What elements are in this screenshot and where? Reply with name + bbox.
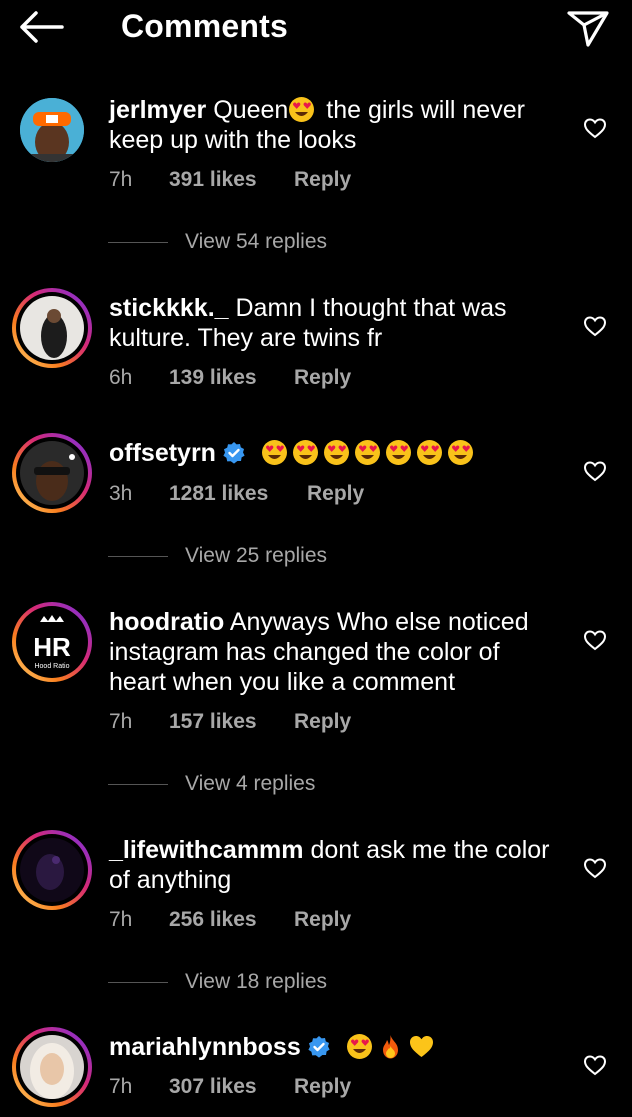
avatar-logo-text: HR [33,632,71,662]
divider [108,242,168,243]
avatar-image [20,441,84,505]
reply-button[interactable]: Reply [294,908,351,932]
comment-username[interactable]: mariahlynnboss [109,1033,301,1061]
comment-text: _lifewithcammm dont ask me the color of … [109,835,559,895]
verified-badge-icon [306,1035,331,1059]
comment-body: keep up with the looks [109,126,357,154]
comment-body: Anyways Who else noticed [229,608,529,636]
comment-body: instagram has changed the color of [109,638,500,666]
comment-likes[interactable]: 139 likes [169,366,257,390]
heart-eyes-emoji-icon [385,440,411,465]
comment-time: 7h [109,168,133,191]
avatar-image [20,838,84,902]
comment-username[interactable]: offsetyrn [109,439,216,467]
fire-emoji-icon [382,1035,398,1059]
avatar[interactable] [12,433,92,513]
comment-username[interactable]: hoodratio [109,608,224,636]
reply-button[interactable]: Reply [294,168,351,192]
heart-eyes-emoji-icon [292,440,318,465]
reply-button[interactable]: Reply [294,1075,351,1099]
heart-eyes-emoji-icon [323,440,349,465]
comment-likes[interactable]: 157 likes [169,710,257,734]
comment-time: 7h [109,1075,133,1098]
heart-eyes-emoji-icon [416,440,442,465]
comment-username[interactable]: stickkkk._ [109,294,229,322]
comment-username[interactable]: _lifewithcammm [109,836,304,864]
divider [108,556,168,557]
divider [108,784,168,785]
avatar[interactable] [12,90,92,170]
like-heart-icon[interactable] [583,857,607,879]
verified-badge-icon [222,441,246,465]
like-heart-icon[interactable] [583,117,607,139]
avatar[interactable] [12,288,92,368]
heart-eyes-emoji-icon [354,440,380,465]
page-title: Comments [121,8,288,44]
avatar-image [20,98,84,162]
view-replies-label: View 4 replies [185,772,316,795]
comment-likes[interactable]: 256 likes [169,908,257,932]
comment-likes[interactable]: 307 likes [169,1075,257,1099]
like-heart-icon[interactable] [583,460,607,482]
avatar[interactable]: HR Hood Ratio [12,602,92,682]
view-replies-label: View 18 replies [185,970,328,993]
comment-body: Queen [213,96,289,124]
comment-text: mariahlynnboss [109,1032,559,1062]
avatar[interactable] [12,1027,92,1107]
divider [108,982,168,983]
heart-eyes-emoji-icon [346,1034,372,1059]
comment-body: the girls will never [319,96,525,124]
comment-username[interactable]: jerlmyer [109,96,206,124]
hood-ratio-logo: HR Hood Ratio [20,610,84,674]
like-heart-icon[interactable] [583,629,607,651]
comment-likes[interactable]: 391 likes [169,168,257,192]
view-replies-label: View 25 replies [185,544,328,567]
arrow-left-icon[interactable] [18,10,64,44]
reply-button[interactable]: Reply [294,366,351,390]
comment-body: kulture. They are twins fr [109,324,383,352]
comment-time: 3h [109,482,133,505]
comment-body: of anything [109,866,232,894]
paper-plane-icon[interactable] [566,8,610,48]
comment-body: dont ask me the color [310,836,550,864]
comment-likes[interactable]: 1281 likes [169,482,268,506]
comment-body: heart when you like a comment [109,668,456,696]
comment-time: 7h [109,908,133,931]
reply-button[interactable]: Reply [307,482,364,506]
reply-button[interactable]: Reply [294,710,351,734]
yellow-heart-emoji-icon [409,1036,433,1057]
comment-text: hoodratio Anyways Who else noticed insta… [109,607,559,697]
avatar[interactable] [12,830,92,910]
heart-eyes-emoji-icon [261,440,287,465]
view-replies-label: View 54 replies [185,230,328,253]
heart-eyes-emoji-icon [289,97,315,122]
comment-text: jerlmyer Queen the girls will never keep… [109,95,559,155]
avatar-logo-subtext: Hood Ratio [34,663,69,670]
like-heart-icon[interactable] [583,1054,607,1076]
like-heart-icon[interactable] [583,315,607,337]
comment-text: offsetyrn [109,438,559,468]
avatar-image [20,1035,84,1099]
header-bar: Comments [0,0,632,56]
avatar-image [20,296,84,360]
comment-text: stickkkk._ Damn I thought that was kultu… [109,293,559,353]
heart-eyes-emoji-icon [447,440,473,465]
comment-time: 6h [109,366,133,389]
comment-body: Damn I thought that was [235,294,507,322]
comment-time: 7h [109,710,133,733]
